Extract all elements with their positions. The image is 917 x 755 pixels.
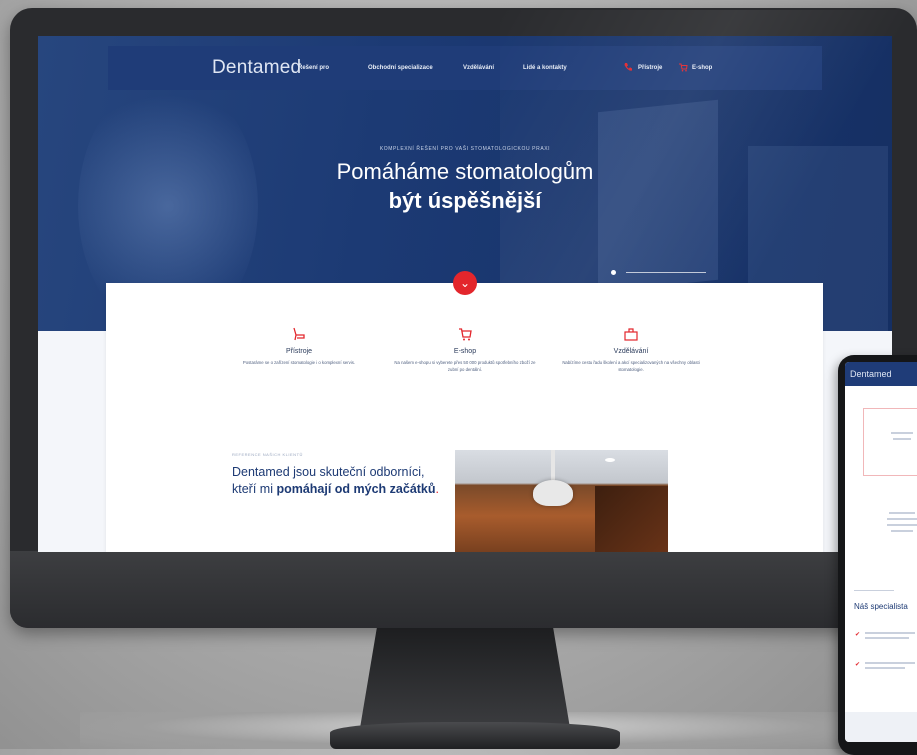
phone-logo[interactable]: Dentamed <box>850 362 892 386</box>
nav-action-pristroje[interactable]: Přístroje <box>638 46 662 90</box>
phone-heading: Náš specialista <box>854 602 908 611</box>
cart-icon <box>679 63 688 72</box>
site-logo[interactable]: Dentamed <box>212 46 301 90</box>
top-navbar: Dentamed Řešení pro Obchodní specializac… <box>108 46 822 90</box>
phone-text-line <box>865 632 915 634</box>
nav-item-vzdelavani[interactable]: Vzdělávání <box>463 46 494 90</box>
slider-dot[interactable] <box>611 270 616 275</box>
feature-vzdelavani[interactable]: Vzdělávání Nabízíme cestu řadu školení a… <box>556 326 706 373</box>
photo-lamp <box>533 480 573 506</box>
nav-action-eshop[interactable]: E-shop <box>692 46 712 90</box>
feature-desc: Na našem e-shopu si vyberete přes 50 000… <box>394 360 536 372</box>
check-icon: ✔ <box>855 662 861 668</box>
chevron-down-icon: ⌄ <box>459 276 471 290</box>
phone-text-line <box>865 637 909 639</box>
feature-eshop[interactable]: E-shop Na našem e-shopu si vyberete přes… <box>390 326 540 373</box>
phone-text-line <box>887 518 917 520</box>
website-screen: Dentamed Řešení pro Obchodní specializac… <box>38 36 892 552</box>
feature-title: E-shop <box>453 348 477 355</box>
nav-item-obchodni[interactable]: Obchodní specializace <box>368 46 433 90</box>
testimonial-emphasis: pomáhají od mých začátků <box>276 482 436 496</box>
slider-progress[interactable] <box>626 272 706 273</box>
testimonial-period: . <box>435 482 440 496</box>
phone-footer <box>845 712 917 742</box>
phone-text-line <box>887 524 917 526</box>
phone-icon <box>624 63 632 71</box>
monitor-stand-base <box>330 722 620 749</box>
monitor-chin <box>10 551 917 628</box>
phone-card <box>863 408 917 476</box>
feature-desc: Nabízíme cestu řadu školení a akcí speci… <box>562 360 700 372</box>
check-icon: ✔ <box>855 632 861 638</box>
photo-ceiling-light <box>605 458 615 462</box>
feature-pristroje[interactable]: Přístroje Postaráme se o zařízení stomat… <box>224 326 374 367</box>
photo-wood-panel <box>595 486 668 552</box>
phone-text-line <box>865 662 915 664</box>
nav-item-reseni[interactable]: Řešení pro <box>298 46 329 90</box>
hero-title: Pomáháme stomatologům <box>336 159 594 184</box>
phone-text-line <box>893 438 911 440</box>
phone-navbar: Dentamed <box>845 362 917 386</box>
scroll-down-button[interactable]: ⌄ <box>453 271 477 295</box>
phone-screen: Dentamed Náš specialista ✔ ✔ <box>845 362 917 742</box>
monitor-stand <box>360 628 570 728</box>
nav-item-lide[interactable]: Lidé a kontakty <box>523 46 567 90</box>
testimonial-text: Dentamed jsou skuteční odborníci, kteří … <box>232 464 442 498</box>
phone-text-line <box>889 512 915 514</box>
cart-icon <box>459 328 472 341</box>
hero-subtitle: být úspěšnější <box>388 188 542 213</box>
dental-office-photo <box>455 450 668 552</box>
feature-title: Vzdělávání <box>613 348 649 355</box>
phone-text-line <box>854 590 894 591</box>
hero-kicker: KOMPLEXNÍ ŘEŠENÍ PRO VAŠI STOMATOLOGICKO… <box>379 146 551 152</box>
photo-lamp-arm <box>551 450 555 482</box>
dental-chair-icon <box>293 327 305 341</box>
phone-text-line <box>865 667 905 669</box>
feature-desc: Postaráme se o zařízení stomatologie i o… <box>242 360 356 365</box>
feature-title: Přístroje <box>285 348 313 355</box>
phone-text-line <box>891 530 913 532</box>
phone-text-line <box>891 432 913 434</box>
testimonial-kicker: REFERENCE NAŠICH KLIENTŮ <box>232 452 303 457</box>
education-icon <box>624 328 638 341</box>
